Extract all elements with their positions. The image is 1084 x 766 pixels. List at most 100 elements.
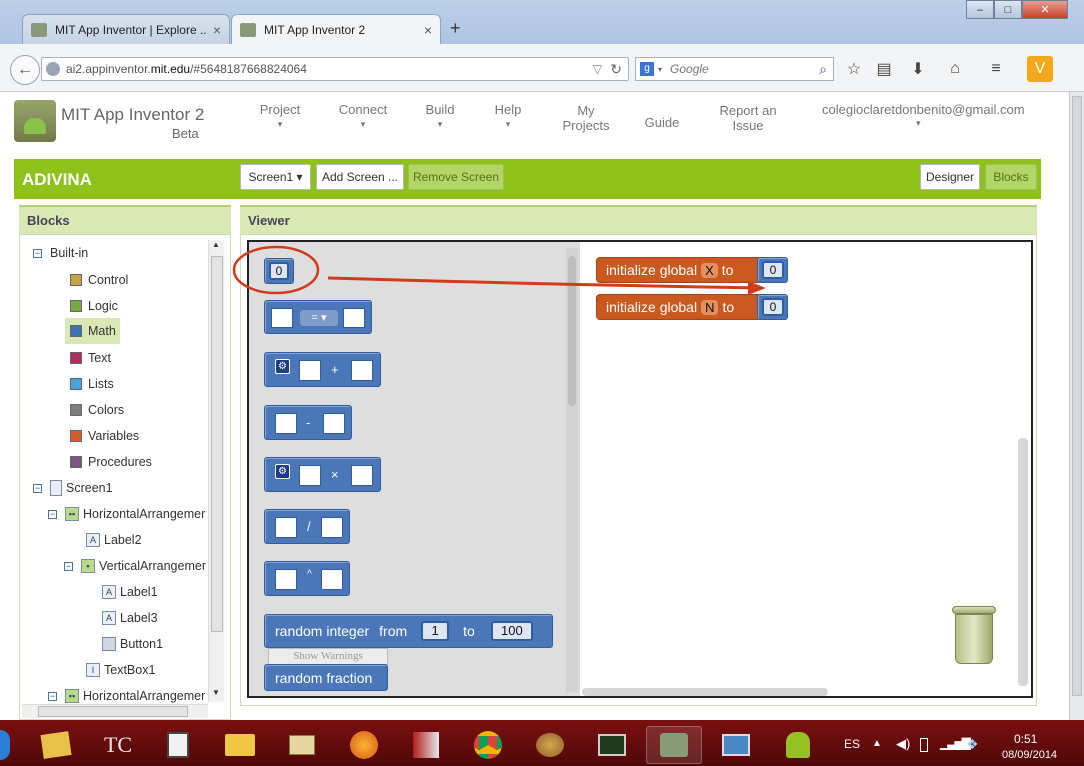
math-subtract-block[interactable]: - xyxy=(264,405,352,440)
close-tab-icon[interactable]: × xyxy=(213,22,221,38)
tree-label3[interactable]: A Label3 xyxy=(102,609,158,627)
signal-icon[interactable]: ▁▃▅▇ xyxy=(940,736,971,750)
tree-button1[interactable]: Button1 xyxy=(102,635,163,653)
taskbar-paint-icon[interactable] xyxy=(522,726,578,764)
add-screen-button[interactable]: Add Screen ... xyxy=(316,164,404,190)
tree-horizontal-arrangement-2[interactable]: − ▪▪ HorizontalArrangemer xyxy=(48,687,205,705)
tree-builtin[interactable]: − Built-in xyxy=(33,244,88,262)
tree-textbox1[interactable]: I TextBox1 xyxy=(86,661,155,679)
tab-app-inventor[interactable]: MIT App Inventor 2 × xyxy=(231,14,441,45)
hscroll-thumb[interactable] xyxy=(38,706,188,717)
home-icon[interactable]: ⌂ xyxy=(944,58,966,80)
language-indicator[interactable]: ES xyxy=(844,737,860,751)
collapse-icon[interactable]: − xyxy=(64,561,73,571)
category-control[interactable]: Control xyxy=(70,271,128,289)
show-hidden-icons-icon[interactable]: ▲ xyxy=(872,738,882,749)
collapse-icon[interactable]: − xyxy=(33,483,42,493)
workspace-hscrollbar[interactable] xyxy=(582,688,828,696)
taskbar-folder-icon[interactable] xyxy=(28,726,84,764)
tree-screen1[interactable]: − Screen1 xyxy=(33,479,113,497)
tree-vertical-arrangement[interactable]: − ▪ VerticalArrangemer xyxy=(64,557,206,575)
show-warnings-button[interactable]: Show Warnings xyxy=(268,648,388,665)
gear-icon[interactable]: ⚙ xyxy=(275,464,290,479)
downloads-icon[interactable]: ⬇ xyxy=(907,58,929,80)
tree-label2[interactable]: A Label2 xyxy=(86,531,142,549)
blocks-tree-scrollbar[interactable]: ▲ ▼ xyxy=(208,240,224,702)
account-menu[interactable]: colegioclaretdonbenito@gmail.com xyxy=(822,102,1025,117)
taskbar-monitor-icon[interactable] xyxy=(584,726,640,764)
trash-can-icon[interactable] xyxy=(950,606,998,666)
math-add-block[interactable]: ⚙ + xyxy=(264,352,381,387)
gear-icon[interactable]: ⚙ xyxy=(275,359,290,374)
math-multiply-block[interactable]: ⚙ × xyxy=(264,457,381,492)
scroll-down-arrow-icon[interactable]: ▼ xyxy=(212,688,220,697)
menu-guide[interactable]: Guide xyxy=(640,115,684,130)
math-power-block[interactable]: ^ xyxy=(264,561,350,596)
taskbar-app-inventor-icon[interactable] xyxy=(646,726,702,764)
volume-icon[interactable]: ◀) xyxy=(896,736,910,752)
new-tab-button[interactable]: + xyxy=(450,18,461,39)
dropbox-icon[interactable]: ❖ xyxy=(966,736,979,753)
random-integer-block[interactable]: random integer from 1 to 100 xyxy=(264,614,553,648)
math-divide-block[interactable]: / xyxy=(264,509,350,544)
scroll-up-arrow-icon[interactable]: ▲ xyxy=(212,240,220,249)
close-tab-icon[interactable]: × xyxy=(424,22,432,38)
menu-my-projects[interactable]: My Projects xyxy=(560,103,612,133)
reading-list-icon[interactable]: ▤ xyxy=(873,58,895,80)
back-button[interactable]: ← xyxy=(10,55,40,85)
collapse-icon[interactable]: − xyxy=(33,248,42,258)
workspace-vscrollbar[interactable] xyxy=(1018,438,1028,686)
operator-dropdown[interactable]: = ▾ xyxy=(300,310,338,326)
taskbar-mail-icon[interactable] xyxy=(274,726,330,764)
taskbar-book-icon[interactable] xyxy=(398,726,454,764)
menu-build[interactable]: Build ▾ xyxy=(420,102,460,132)
to-number-field[interactable]: 100 xyxy=(490,621,533,641)
page-scrollbar[interactable] xyxy=(1069,92,1084,720)
clock-time[interactable]: 0:51 xyxy=(1014,732,1037,746)
chevron-down-icon[interactable]: ▾ xyxy=(916,118,921,129)
collapse-icon[interactable]: − xyxy=(48,691,57,701)
menu-report-issue[interactable]: Report an Issue xyxy=(714,103,782,133)
battery-icon[interactable] xyxy=(920,738,928,752)
category-procedures[interactable]: Procedures xyxy=(70,453,152,471)
reload-icon[interactable]: ↻ xyxy=(610,61,622,78)
taskbar-firefox-icon[interactable] xyxy=(336,726,392,764)
search-box[interactable]: g ▾ Google ⌕ xyxy=(635,57,834,81)
maximize-button[interactable]: □ xyxy=(994,0,1022,19)
designer-button[interactable]: Designer xyxy=(920,164,980,190)
tree-label1[interactable]: A Label1 xyxy=(102,583,158,601)
category-variables[interactable]: Variables xyxy=(70,427,139,445)
category-lists[interactable]: Lists xyxy=(70,375,114,393)
blocks-tree-scroll-thumb[interactable] xyxy=(211,256,223,632)
menu-help[interactable]: Help ▾ xyxy=(490,102,526,132)
category-math[interactable]: Math xyxy=(65,318,120,344)
category-colors[interactable]: Colors xyxy=(70,401,124,419)
category-text[interactable]: Text xyxy=(70,349,111,367)
close-window-button[interactable]: ✕ xyxy=(1022,0,1068,19)
menu-icon[interactable]: ≡ xyxy=(985,58,1007,80)
math-compare-block[interactable]: = ▾ xyxy=(264,300,372,334)
url-bar[interactable]: ai2.appinventor. mit.edu/#564818766882406… xyxy=(41,57,629,81)
screen-select-button[interactable]: Screen1 ▾ xyxy=(240,164,311,190)
search-engine-dropdown-icon[interactable]: ▾ xyxy=(658,65,662,74)
collapse-icon[interactable]: − xyxy=(48,509,57,519)
tab-explore[interactable]: MIT App Inventor | Explore ... × xyxy=(22,14,230,45)
clock-date[interactable]: 08/09/2014 xyxy=(1002,749,1057,761)
taskbar-chrome-icon[interactable] xyxy=(460,726,516,764)
taskbar-explorer-icon[interactable] xyxy=(212,726,268,764)
flyout-scrollbar[interactable] xyxy=(566,248,578,692)
dropdown-arrow-icon[interactable]: ▽ xyxy=(593,62,602,76)
taskbar-remote-desktop-icon[interactable] xyxy=(708,726,764,764)
tree-horizontal-arrangement-1[interactable]: − ▪▪ HorizontalArrangemer xyxy=(48,505,205,523)
menu-connect[interactable]: Connect ▾ xyxy=(336,102,390,132)
category-logic[interactable]: Logic xyxy=(70,297,118,315)
from-number-field[interactable]: 1 xyxy=(421,621,450,641)
menu-project[interactable]: Project ▾ xyxy=(258,102,302,132)
taskbar-android-icon[interactable] xyxy=(770,726,826,764)
page-scroll-thumb[interactable] xyxy=(1072,96,1082,696)
random-fraction-block[interactable]: random fraction xyxy=(264,664,388,691)
taskbar-tc-icon[interactable]: TC xyxy=(90,726,146,764)
app-title[interactable]: MIT App Inventor 2 xyxy=(61,105,204,125)
bookmark-star-icon[interactable]: ☆ xyxy=(843,58,865,80)
remove-screen-button[interactable]: Remove Screen xyxy=(408,164,504,190)
